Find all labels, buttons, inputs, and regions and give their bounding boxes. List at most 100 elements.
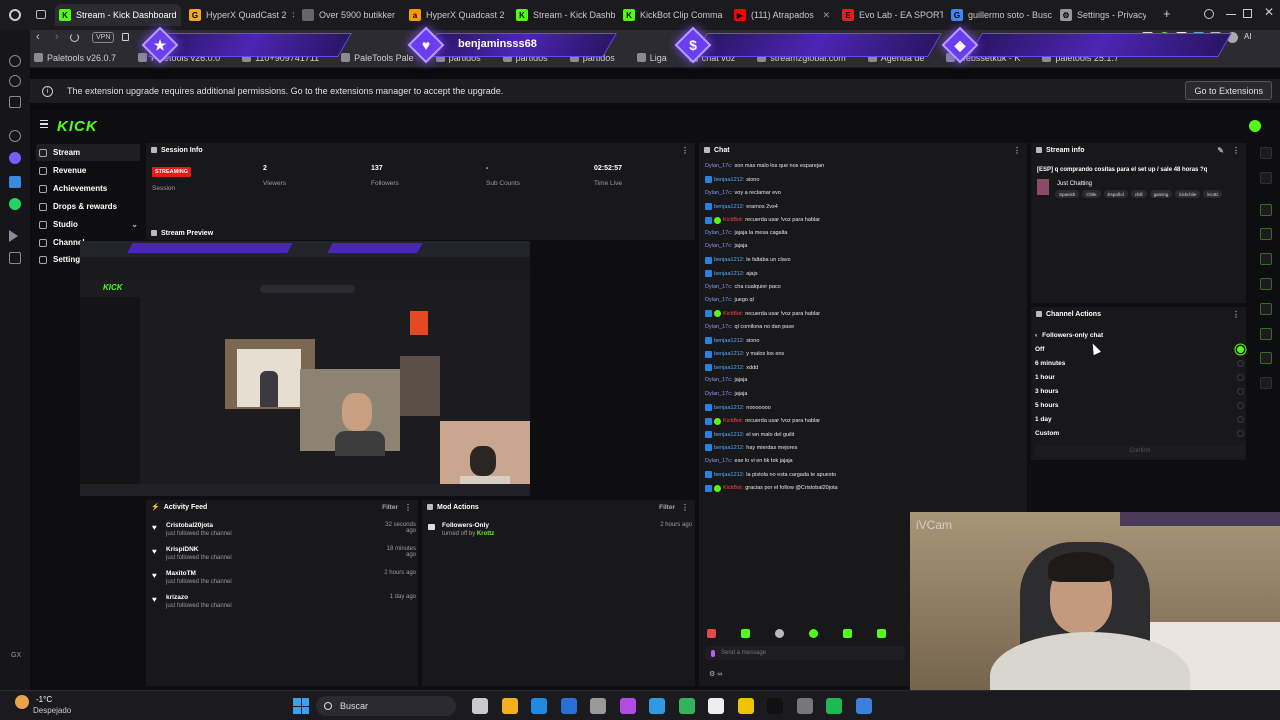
kick-logo[interactable]: KICK [57, 118, 98, 135]
sidebar-item-studio[interactable]: Studio ⌄ [36, 216, 140, 233]
sidebar-item-achievements[interactable]: Achievements [36, 180, 140, 197]
weather-icon[interactable] [15, 695, 29, 709]
chat-username[interactable]: Dylan_17c: [705, 230, 733, 236]
new-tab-button[interactable]: + [1163, 6, 1171, 21]
maximize-button[interactable] [1243, 9, 1252, 18]
rail-button[interactable] [1260, 147, 1272, 159]
chat-username[interactable]: KickBot: [723, 418, 743, 424]
sidebar-app-icon[interactable] [9, 176, 21, 188]
taskbar-app-icon[interactable] [501, 698, 518, 714]
windows-start-icon[interactable] [293, 698, 309, 714]
more-options-icon[interactable]: ⋮ [404, 503, 418, 512]
chat-username[interactable]: Dylan_17c: [705, 324, 733, 330]
chat-username[interactable]: benjaa1212: [714, 445, 744, 451]
rail-button[interactable] [1260, 278, 1272, 290]
emote-icon[interactable] [843, 629, 852, 638]
browser-tab[interactable]: KKickBot Clip Comma✕ [619, 4, 726, 26]
browser-tab[interactable]: ⚙Settings - Privacy an✕ [1056, 4, 1146, 26]
duration-option[interactable]: Custom [1035, 430, 1059, 437]
chat-username[interactable]: benjaa1212: [714, 405, 744, 411]
stream-preview-video[interactable]: KICK [80, 241, 530, 496]
more-options-icon[interactable]: ⋮ [1232, 146, 1246, 155]
stream-tag[interactable]: gaming [1149, 190, 1173, 198]
duration-radio[interactable] [1237, 402, 1244, 409]
duration-radio[interactable] [1237, 360, 1244, 367]
chat-username[interactable]: benjaa1212: [714, 177, 744, 183]
close-window-button[interactable]: ✕ [1264, 5, 1274, 19]
chat-input[interactable]: Send a message [705, 646, 905, 660]
taskbar-search[interactable]: Buscar [316, 696, 456, 716]
browser-tab[interactable]: Gguillermo soto - Busc✕ [947, 4, 1052, 26]
more-options-icon[interactable]: ⋮ [681, 146, 695, 155]
chat-settings-icon[interactable]: ⚙ ∞ [709, 670, 722, 678]
mod-filter-button[interactable]: Filter [659, 504, 677, 511]
user-avatar[interactable] [1249, 120, 1261, 132]
chat-username[interactable]: Dylan_17c: [705, 391, 733, 397]
mic-icon[interactable] [711, 649, 715, 657]
chat-username[interactable]: benjaa1212: [714, 472, 744, 478]
taskbar-app-icon[interactable] [767, 698, 783, 714]
taskbar-app-icon[interactable] [708, 698, 724, 714]
chat-username[interactable]: benjaa1212: [714, 432, 744, 438]
stream-tag[interactable]: krottz [1203, 190, 1223, 198]
sidebar-app-icon[interactable] [9, 152, 21, 164]
emote-icon[interactable] [775, 629, 784, 638]
rail-button[interactable] [1260, 253, 1272, 265]
rail-button[interactable] [1260, 303, 1272, 315]
chevron-down-icon[interactable]: ⌄ [131, 220, 140, 229]
duration-option[interactable]: 1 day [1035, 416, 1052, 423]
forward-icon[interactable]: › [55, 31, 59, 43]
browser-tab[interactable]: KStream - Kick Dashb✕ [512, 4, 615, 26]
bookmark-item[interactable]: Liga [636, 53, 667, 63]
browser-tab[interactable]: Over 5900 butikker ✕ [298, 4, 401, 26]
stream-tag[interactable]: Español [1103, 190, 1128, 198]
more-options-icon[interactable]: ⋮ [1232, 310, 1246, 319]
duration-option[interactable]: 3 hours [1035, 388, 1058, 395]
chat-username[interactable]: benjaa1212: [714, 271, 744, 277]
go-to-extensions-button[interactable]: Go to Extensions [1185, 81, 1272, 100]
chat-username[interactable]: KickBot: [723, 485, 743, 491]
chat-username[interactable]: benjaa1212: [714, 351, 744, 357]
duration-option[interactable]: 1 hour [1035, 374, 1055, 381]
weather-temp[interactable]: -1°C [36, 695, 52, 704]
chat-username[interactable]: Dylan_17c: [705, 190, 733, 196]
opera-logo-icon[interactable] [9, 9, 21, 21]
player-icon[interactable] [9, 230, 18, 242]
tab-close-icon[interactable]: ✕ [400, 10, 401, 21]
sidebar-item-stream[interactable]: Stream [36, 144, 140, 161]
chat-username[interactable]: benjaa1212: [714, 204, 744, 210]
taskbar-app-icon[interactable] [560, 698, 577, 714]
duration-option[interactable]: 5 hours [1035, 402, 1058, 409]
browser-tab[interactable]: EEvo Lab - EA SPORT✕ [838, 4, 943, 26]
chat-username[interactable]: benjaa1212: [714, 365, 744, 371]
emote-icon[interactable] [877, 629, 886, 638]
chat-username[interactable]: Dylan_17c: [705, 377, 733, 383]
weather-desc[interactable]: Despejado [33, 706, 71, 715]
back-icon[interactable]: ‹ [36, 31, 40, 43]
chat-username[interactable]: Dylan_17c: [705, 284, 733, 290]
activity-username[interactable]: krizazo [166, 594, 376, 601]
chat-username[interactable]: Dylan_17c: [705, 163, 733, 169]
emote-icon[interactable] [707, 629, 716, 638]
browser-tab[interactable]: aHyperX Quadcast 2✕ [405, 4, 508, 26]
hamburger-menu-icon[interactable] [40, 120, 48, 128]
taskbar-app-icon[interactable] [855, 698, 872, 714]
taskbar-app-icon[interactable] [590, 698, 606, 714]
back-arrow-icon[interactable]: ‹ [1035, 332, 1037, 339]
sidebar-item-revenue[interactable]: Revenue [36, 162, 140, 179]
sidebar-app-icon[interactable] [9, 75, 21, 87]
chat-username[interactable]: Dylan_17c: [705, 458, 733, 464]
stream-tag[interactable]: chill [1130, 190, 1147, 198]
duration-radio[interactable] [1237, 346, 1244, 353]
mod-action-by[interactable]: Krottz [477, 531, 494, 537]
browser-tab[interactable]: ▶ (111) Atrapados ✕ [730, 4, 834, 26]
chat-username[interactable]: KickBot: [723, 311, 743, 317]
taskbar-app-icon[interactable] [649, 698, 665, 714]
rail-button[interactable] [1260, 204, 1272, 216]
more-options-icon[interactable]: ⋮ [681, 503, 695, 512]
duration-radio[interactable] [1237, 430, 1244, 437]
taskbar-app-icon[interactable] [619, 698, 636, 714]
sidebar-item-drops[interactable]: Drops & rewards [36, 198, 140, 215]
whatsapp-icon[interactable] [9, 198, 21, 210]
tab-close-icon[interactable]: ✕ [822, 10, 834, 21]
